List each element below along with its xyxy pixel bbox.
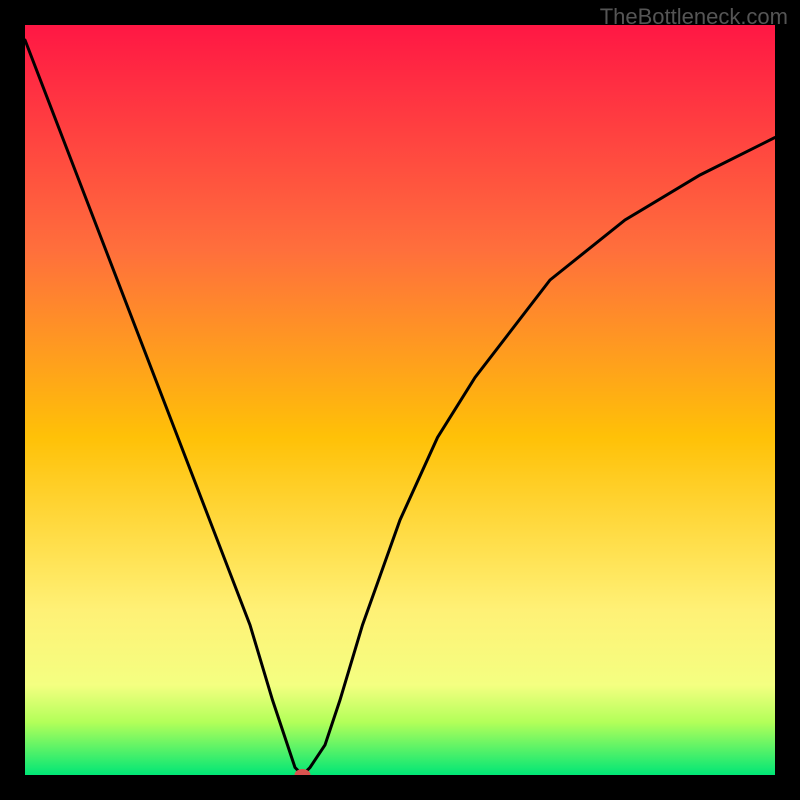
chart-background: [25, 25, 775, 775]
bottleneck-chart: [25, 25, 775, 775]
chart-frame: TheBottleneck.com: [0, 0, 800, 800]
watermark-text: TheBottleneck.com: [600, 4, 788, 30]
